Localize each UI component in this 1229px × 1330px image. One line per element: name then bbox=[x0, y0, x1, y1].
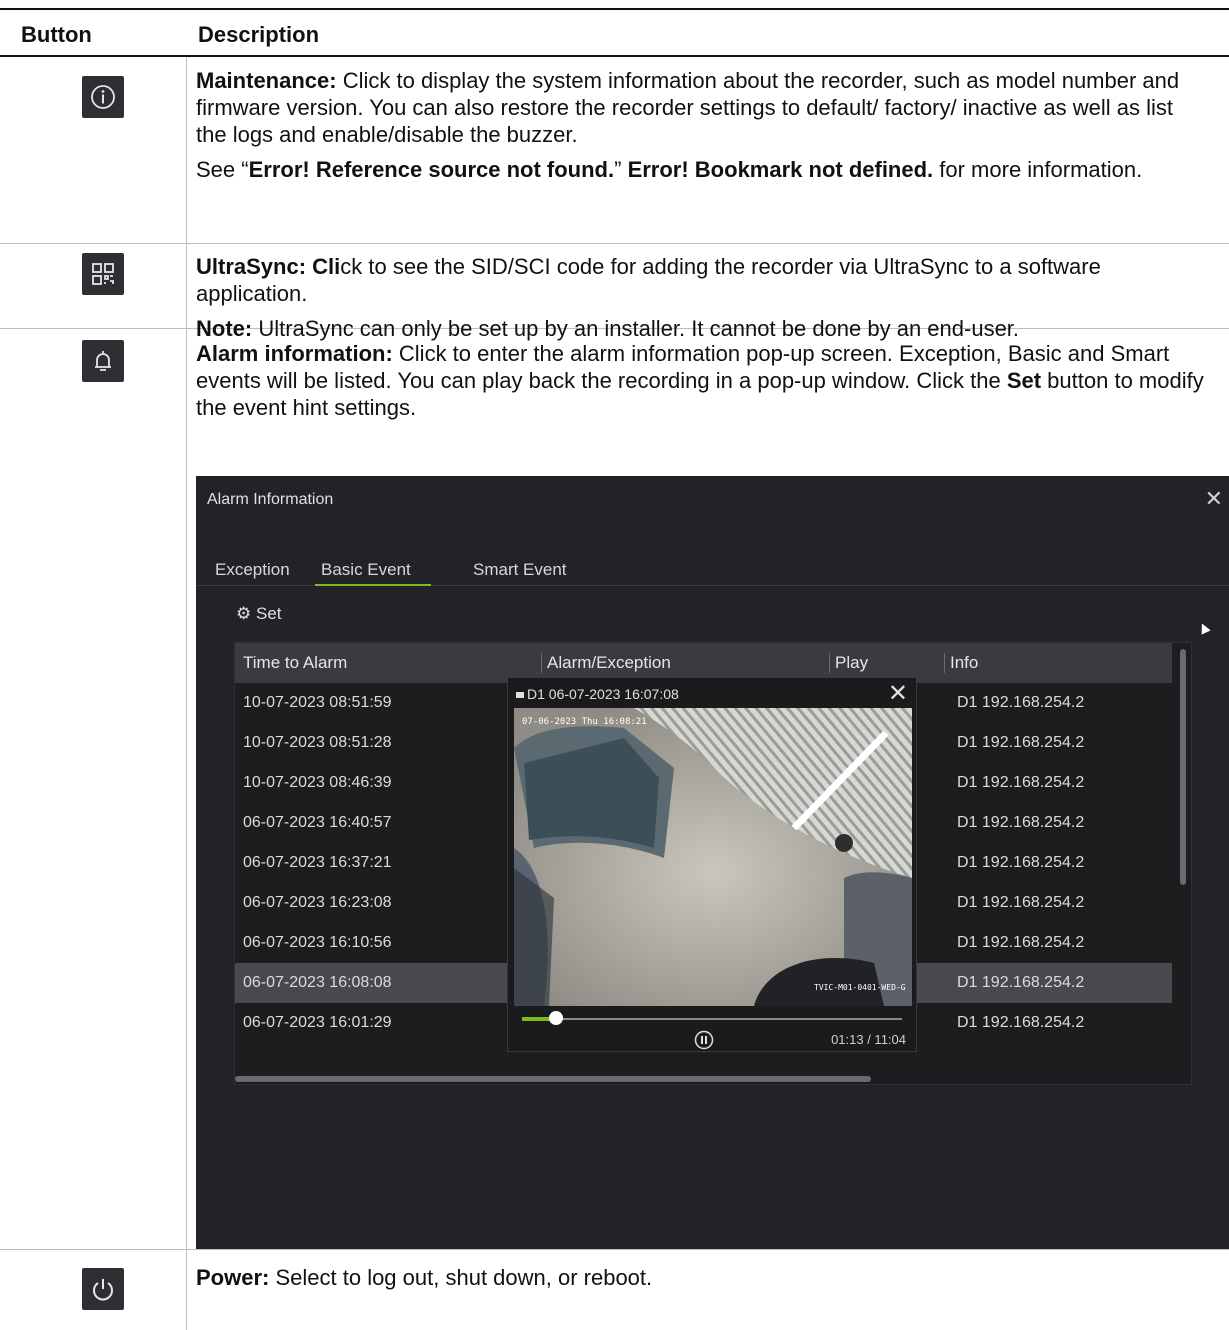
row-time: 06-07-2023 16:37:21 bbox=[243, 854, 392, 871]
time-readout: 01:13 / 11:04 bbox=[831, 1032, 906, 1047]
osd-time: 07-06-2023 Thu 16:08:21 bbox=[522, 717, 647, 727]
row-divider bbox=[0, 1249, 1229, 1250]
row-info: D1 192.168.254.2 bbox=[957, 734, 1085, 751]
col-info: Info bbox=[944, 653, 978, 673]
playback-handle[interactable] bbox=[549, 1011, 564, 1025]
row-info: D1 192.168.254.2 bbox=[957, 894, 1085, 911]
row-time: 06-07-2023 16:01:29 bbox=[243, 1014, 392, 1031]
set-button[interactable]: ⚙ Set bbox=[236, 604, 282, 624]
info-icon bbox=[82, 76, 124, 118]
row-info: D1 192.168.254.2 bbox=[957, 814, 1085, 831]
camera-icon bbox=[516, 692, 524, 699]
row-time: 10-07-2023 08:51:59 bbox=[243, 694, 392, 711]
row-info: D1 192.168.254.2 bbox=[957, 934, 1085, 951]
camera-view-image: 07-06-2023 Thu 16:08:21 TVIC-M01-0401-WE… bbox=[514, 708, 912, 1006]
vertical-scrollbar[interactable] bbox=[1180, 649, 1186, 885]
playback-popup: D1 06-07-2023 16:07:08 ✕ 07-06-2023 Thu … bbox=[507, 677, 917, 1052]
ultrasync-title: UltraSync: Cli bbox=[196, 254, 341, 279]
row-info: D1 192.168.254.2 bbox=[957, 694, 1085, 711]
reference-error: Error! Reference source not found. bbox=[248, 157, 615, 182]
alarm-information-window: Alarm Information ✕ Exception Basic Even… bbox=[196, 476, 1229, 1249]
playback-video: 07-06-2023 Thu 16:08:21 TVIC-M01-0401-WE… bbox=[514, 708, 912, 1006]
window-title: Alarm Information bbox=[207, 491, 334, 508]
power-text: Select to log out, shut down, or reboot. bbox=[269, 1265, 653, 1290]
maintenance-description: Maintenance: Click to display the system… bbox=[196, 67, 1206, 191]
bookmark-error: Error! Bookmark not defined. bbox=[627, 157, 934, 182]
mouse-cursor-icon bbox=[1197, 621, 1211, 635]
note-label: Note: bbox=[196, 316, 253, 341]
row-info: D1 192.168.254.2 bbox=[957, 854, 1085, 871]
column-divider bbox=[186, 57, 187, 1330]
alarm-description: Alarm information: Click to enter the al… bbox=[196, 340, 1206, 429]
see-prefix: See “ bbox=[196, 157, 249, 182]
row-time: 06-07-2023 16:23:08 bbox=[243, 894, 392, 911]
note-text: UltraSync can only be set up by an insta… bbox=[252, 316, 1020, 341]
row-time: 10-07-2023 08:51:28 bbox=[243, 734, 392, 751]
row-info: D1 192.168.254.2 bbox=[957, 974, 1085, 991]
header-description: Description bbox=[198, 22, 320, 47]
bell-icon bbox=[82, 340, 124, 382]
tab-basic-event[interactable]: Basic Event bbox=[315, 560, 431, 586]
row-time: 06-07-2023 16:08:08 bbox=[243, 974, 392, 991]
playback-title-text: D1 06-07-2023 16:07:08 bbox=[527, 686, 679, 702]
row-time: 06-07-2023 16:40:57 bbox=[243, 814, 392, 831]
see-suffix: for more information. bbox=[933, 157, 1143, 182]
popup-close-icon[interactable]: ✕ bbox=[888, 679, 908, 708]
row-divider bbox=[0, 243, 1229, 244]
col-time: Time to Alarm bbox=[243, 653, 348, 672]
horizontal-scrollbar[interactable] bbox=[235, 1076, 871, 1082]
row-time: 10-07-2023 08:46:39 bbox=[243, 774, 392, 791]
playback-track[interactable] bbox=[522, 1018, 902, 1020]
playback-title: D1 06-07-2023 16:07:08 bbox=[516, 686, 679, 702]
row-info: D1 192.168.254.2 bbox=[957, 774, 1085, 791]
power-description: Power: Select to log out, shut down, or … bbox=[196, 1264, 1206, 1299]
gear-icon: ⚙ bbox=[236, 604, 252, 623]
osd-camera-name: TVIC-M01-0401-WED-G bbox=[814, 983, 906, 992]
pause-icon[interactable] bbox=[694, 1030, 714, 1055]
header-button: Button bbox=[21, 22, 92, 47]
event-tabs: Exception Basic Event Smart Event bbox=[196, 560, 1229, 586]
set-label: Set bbox=[255, 604, 282, 623]
power-title: Power: bbox=[196, 1265, 270, 1290]
power-icon bbox=[82, 1268, 124, 1310]
col-alarm-exception: Alarm/Exception bbox=[541, 653, 671, 673]
set-keyword: Set bbox=[1006, 368, 1042, 393]
row-info: D1 192.168.254.2 bbox=[957, 1014, 1085, 1031]
alarm-title: Alarm information: bbox=[196, 341, 393, 366]
qr-code-icon bbox=[82, 253, 124, 295]
col-play: Play bbox=[829, 653, 868, 673]
tab-exception[interactable]: Exception bbox=[215, 560, 290, 580]
ultrasync-description: UltraSync: Click to see the SID/SCI code… bbox=[196, 253, 1206, 350]
table-header: Button Description bbox=[0, 10, 1229, 57]
row-time: 06-07-2023 16:10:56 bbox=[243, 934, 392, 951]
maintenance-text: Click to display the system information … bbox=[196, 68, 1180, 147]
tab-smart-event[interactable]: Smart Event bbox=[473, 560, 567, 580]
maintenance-title: Maintenance: bbox=[196, 68, 337, 93]
see-mid: ” bbox=[614, 157, 628, 182]
close-icon[interactable]: ✕ bbox=[1205, 486, 1223, 512]
